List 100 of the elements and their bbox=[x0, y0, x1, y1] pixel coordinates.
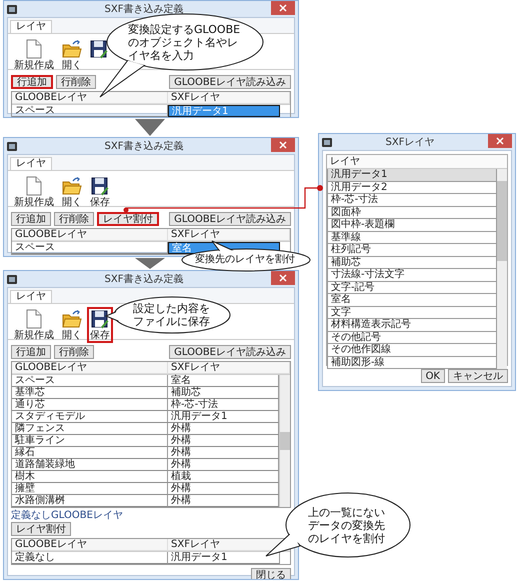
close-button[interactable] bbox=[271, 1, 295, 15]
table-cell[interactable]: スタディモデル bbox=[12, 411, 168, 423]
list-item[interactable]: 基準線 bbox=[327, 232, 497, 244]
table-cell[interactable]: スペース bbox=[12, 242, 168, 254]
close-icon bbox=[279, 274, 287, 282]
list-item[interactable]: 寸法線-寸法文字 bbox=[327, 269, 497, 282]
load-button[interactable]: GLOOBEレイヤ読み込み bbox=[169, 212, 291, 226]
dialog-button[interactable]: キャンセル bbox=[448, 369, 508, 383]
list-item[interactable]: その他作図線 bbox=[327, 344, 497, 356]
toolbar-button[interactable]: 保存 bbox=[87, 174, 113, 210]
app-icon bbox=[7, 274, 17, 284]
list-item[interactable]: その他記号 bbox=[327, 332, 497, 344]
list-item[interactable]: 室名 bbox=[327, 294, 497, 306]
table-cell[interactable]: 駐車ライン bbox=[12, 435, 168, 447]
action-button[interactable]: 行削除 bbox=[54, 345, 94, 359]
table-cell[interactable]: 通り芯 bbox=[12, 399, 168, 411]
table-cell[interactable]: 枠-芯-寸法 bbox=[168, 399, 279, 411]
table-cell[interactable]: 縁石 bbox=[12, 447, 168, 459]
table-cell[interactable]: 定義なし bbox=[12, 552, 168, 564]
scrollbar[interactable] bbox=[497, 169, 507, 369]
window-title: SXFレイヤ bbox=[384, 136, 436, 149]
tab[interactable]: レイヤ bbox=[10, 157, 52, 170]
table-cell[interactable]: スペース bbox=[12, 105, 168, 117]
list-item[interactable]: 図面枠 bbox=[327, 206, 497, 219]
folder-icon bbox=[62, 39, 82, 59]
window-title: SXF書き込み定義 bbox=[104, 140, 184, 153]
action-button[interactable]: 行削除 bbox=[56, 75, 96, 89]
column-header: SXFレイヤ bbox=[168, 362, 290, 374]
table-cell[interactable]: 樹木 bbox=[12, 471, 168, 483]
column-header: SXFレイヤ bbox=[168, 92, 290, 104]
close-button[interactable] bbox=[271, 138, 295, 152]
scrollbar[interactable] bbox=[279, 375, 290, 507]
list-item[interactable]: 柱列記号 bbox=[327, 244, 497, 256]
callout-text: 設定した内容をファイルに保存 bbox=[133, 302, 211, 328]
table-cell[interactable]: 水路側溝桝 bbox=[12, 495, 168, 507]
toolbar-button[interactable]: 開く bbox=[59, 37, 85, 73]
tab[interactable]: レイヤ bbox=[10, 290, 52, 303]
window-title: SXF書き込み定義 bbox=[104, 2, 184, 16]
close-icon bbox=[496, 137, 504, 145]
table-cell[interactable]: 隣フェンス bbox=[12, 423, 168, 435]
folder-icon bbox=[62, 176, 82, 196]
callout-text: 上の一覧にないデータの変換先のレイヤを割付 bbox=[308, 506, 386, 545]
column-header: GLOOBEレイヤ bbox=[12, 362, 168, 374]
dialog-button[interactable]: OK bbox=[420, 369, 445, 383]
table-cell[interactable]: 外構 bbox=[168, 495, 279, 507]
tab[interactable]: レイヤ bbox=[10, 20, 52, 33]
folder-icon bbox=[62, 309, 82, 329]
action-button[interactable]: レイヤ割付 bbox=[97, 212, 159, 226]
close-icon bbox=[279, 141, 287, 149]
list-item[interactable]: 図中枠-表題欄 bbox=[327, 219, 497, 232]
document-icon bbox=[26, 39, 42, 59]
column-header: レイヤ bbox=[327, 155, 507, 169]
column-header: GLOOBEレイヤ bbox=[12, 539, 168, 551]
toolbar-button[interactable]: 新規作成 bbox=[11, 174, 57, 210]
toolbar-button[interactable]: 新規作成 bbox=[11, 307, 57, 343]
list-item[interactable]: 材料構造表示記号 bbox=[327, 319, 497, 332]
list-item[interactable]: 汎用データ2 bbox=[327, 182, 497, 194]
table-cell[interactable]: 汎用データ1 bbox=[168, 411, 279, 423]
list-item[interactable]: 汎用データ1 bbox=[327, 169, 497, 182]
table-cell[interactable]: 植栽 bbox=[168, 471, 279, 483]
app-icon bbox=[7, 4, 17, 14]
list-item[interactable]: 補助芯 bbox=[327, 256, 497, 269]
table-cell[interactable]: 外構 bbox=[168, 423, 279, 435]
down-arrow bbox=[135, 119, 165, 136]
close-button[interactable] bbox=[271, 271, 295, 285]
list-item[interactable]: 文字 bbox=[327, 306, 497, 319]
table-cell[interactable]: 基準芯 bbox=[12, 387, 168, 399]
list-item[interactable]: 文字-記号 bbox=[327, 282, 497, 294]
down-arrow bbox=[135, 258, 165, 269]
table-cell[interactable]: スペース bbox=[12, 375, 168, 387]
action-button[interactable]: 行削除 bbox=[54, 212, 94, 226]
close-button[interactable] bbox=[488, 134, 512, 148]
close-dialog-button[interactable]: 閉じる bbox=[251, 568, 291, 579]
document-icon bbox=[26, 176, 42, 196]
window-title: SXF書き込み定義 bbox=[104, 272, 184, 286]
toolbar-button[interactable]: 開く bbox=[59, 307, 85, 343]
document-icon bbox=[26, 309, 42, 329]
table-cell[interactable]: 外構 bbox=[168, 483, 279, 495]
section-label: 定義なしGLOOBEレイヤ bbox=[10, 508, 124, 522]
action-button[interactable]: 行追加 bbox=[11, 212, 51, 226]
load-button[interactable]: GLOOBEレイヤ読み込み bbox=[169, 75, 291, 89]
toolbar-button[interactable]: 新規作成 bbox=[11, 37, 57, 73]
table-cell[interactable]: 外構 bbox=[168, 435, 279, 447]
callout-text: 変換設定するGLOOBEのオブジェクト名やレイヤ名を入力 bbox=[128, 23, 242, 62]
toolbar-button[interactable]: 開く bbox=[59, 174, 85, 210]
assign-button[interactable]: レイヤ割付 bbox=[11, 522, 71, 536]
callout-text: 変換先のレイヤを割付 bbox=[195, 254, 296, 266]
action-button[interactable]: 行追加 bbox=[11, 345, 51, 359]
table-cell[interactable]: 外構 bbox=[168, 447, 279, 459]
list-item[interactable]: 枠-芯-寸法 bbox=[327, 194, 497, 206]
action-button[interactable]: 行追加 bbox=[11, 75, 53, 89]
load-button[interactable]: GLOOBEレイヤ読み込み bbox=[169, 345, 291, 359]
list-item[interactable]: 補助図形-線 bbox=[327, 356, 497, 369]
table-cell[interactable]: 擁壁 bbox=[12, 483, 168, 495]
table-cell[interactable]: 室名 bbox=[168, 375, 279, 387]
toolbar-button[interactable]: 保存 bbox=[87, 307, 113, 343]
table-cell[interactable]: 外構 bbox=[168, 459, 279, 471]
column-header: SXFレイヤ bbox=[168, 229, 290, 241]
table-cell[interactable]: 道路舗装緑地 bbox=[12, 459, 168, 471]
column-header: GLOOBEレイヤ bbox=[12, 229, 168, 241]
